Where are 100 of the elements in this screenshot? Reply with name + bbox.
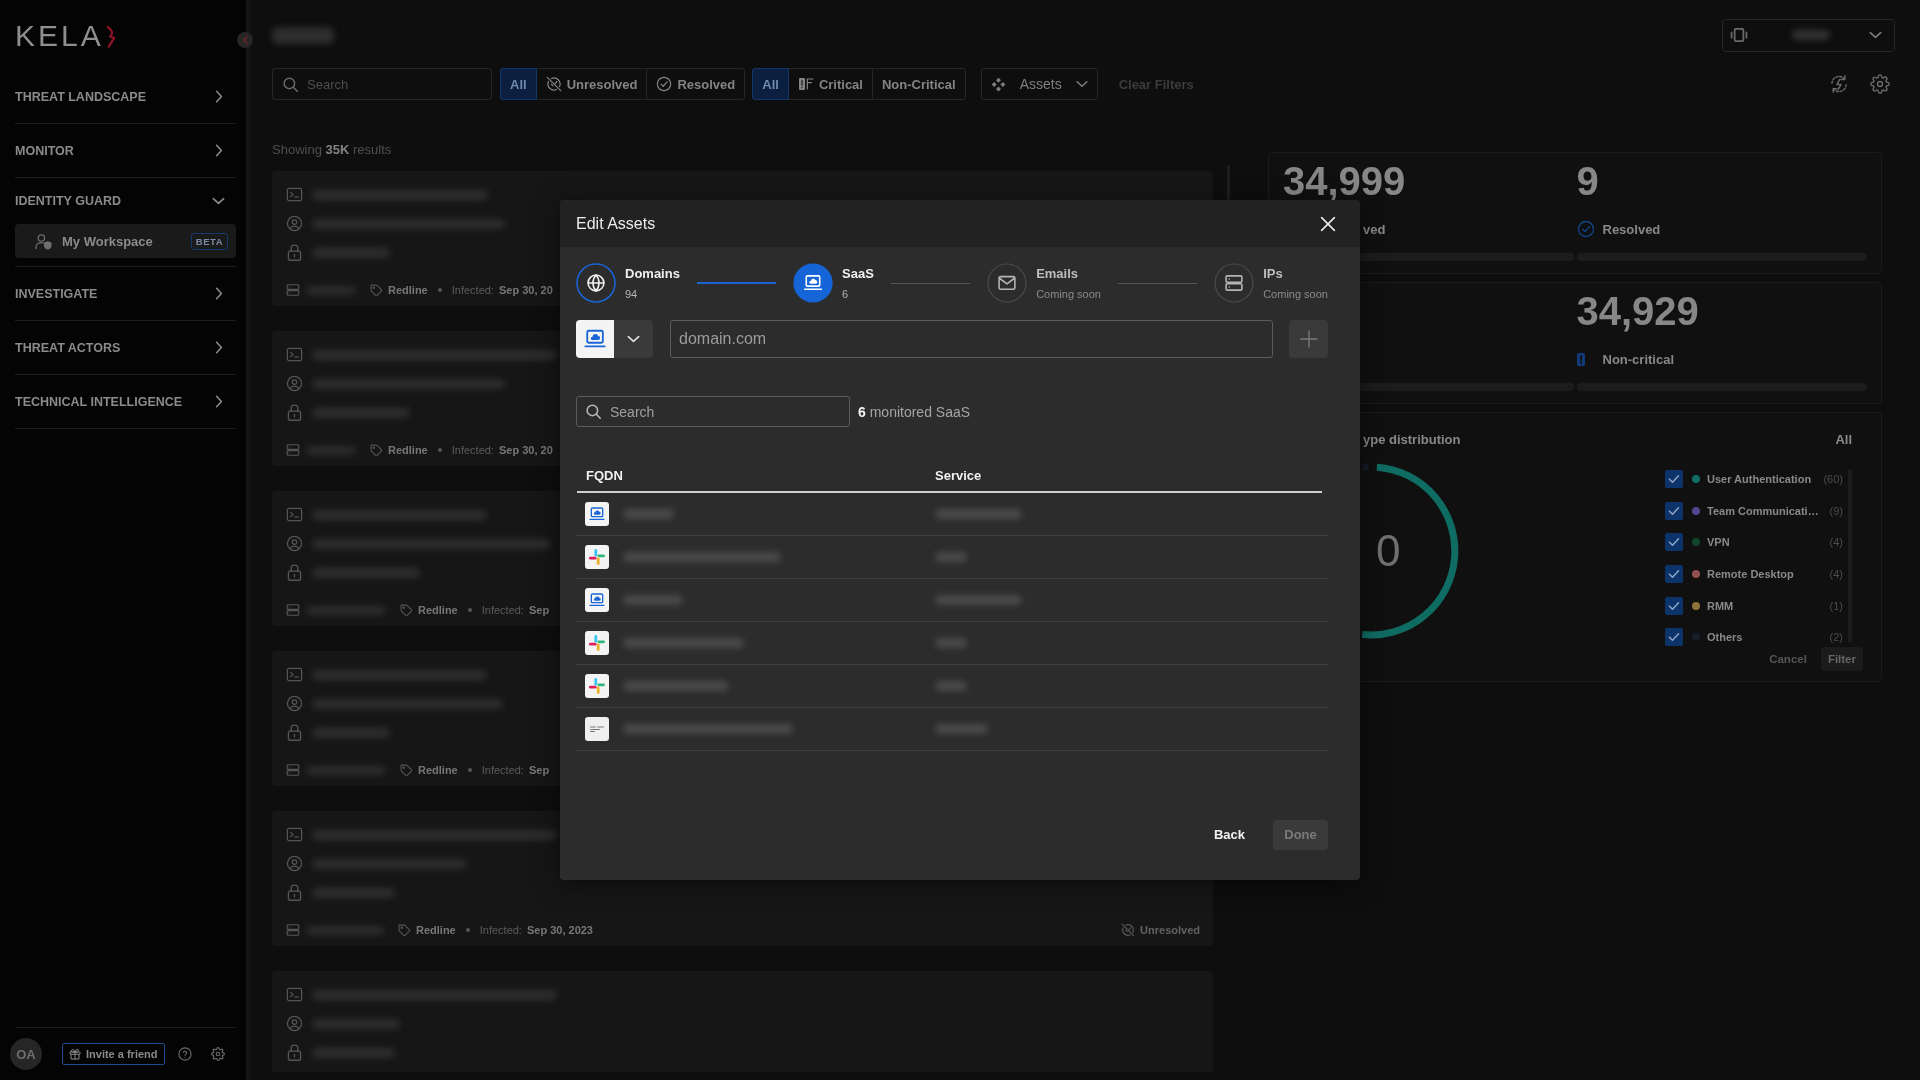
results-summary: Showing 35K results — [272, 142, 393, 158]
status-filter-tab[interactable]: All — [500, 68, 537, 100]
nav-section[interactable]: MONITOR — [15, 124, 236, 177]
infected-label: Infected: — [451, 284, 494, 296]
nav-section[interactable]: THREAT ACTORS — [15, 321, 236, 374]
gift-icon — [69, 1048, 81, 1060]
blurred-text — [935, 552, 967, 562]
close-icon[interactable] — [1320, 215, 1336, 232]
legend-checkbox[interactable] — [1665, 564, 1683, 583]
brand-logo: KELA — [15, 21, 104, 51]
column-header: Service — [934, 468, 982, 483]
terminal-icon — [286, 186, 303, 203]
server-icon — [286, 923, 300, 937]
terminal-icon — [286, 346, 303, 363]
settings-icon[interactable] — [210, 1047, 225, 1061]
bullet-icon — [467, 768, 472, 772]
status-label: Unresolved — [1140, 924, 1200, 936]
invite-button[interactable]: Invite a friend — [62, 1043, 165, 1065]
crossed-check-icon — [1121, 923, 1136, 937]
domain-input[interactable]: domain.com — [670, 320, 1273, 358]
terminal-icon — [286, 666, 303, 683]
step-note: Coming soon — [1036, 286, 1101, 301]
step-label: IPs — [1263, 265, 1284, 282]
chevron-down-icon — [1869, 31, 1882, 39]
back-button[interactable]: Back — [1207, 819, 1251, 850]
terminal-icon — [286, 506, 303, 523]
legend-count: (2) — [1829, 631, 1843, 644]
infected-date: Sep 30, 20 — [498, 444, 553, 456]
range-selector[interactable]: All — [1835, 431, 1852, 447]
legend-label: Others — [1707, 631, 1744, 644]
user-circle-icon — [286, 375, 303, 392]
lock-icon — [286, 244, 303, 261]
infected-label: Infected: — [481, 604, 524, 616]
legend-checkbox[interactable] — [1665, 469, 1683, 488]
refresh-bolt-icon[interactable] — [1829, 74, 1849, 94]
modal-title: Edit Assets — [576, 214, 656, 233]
nav-section[interactable]: THREAT LANDSCAPE — [15, 70, 236, 123]
search-icon — [586, 404, 601, 419]
legend-checkbox[interactable] — [1665, 596, 1683, 615]
settings-icon[interactable] — [1870, 74, 1890, 94]
tag-icon — [400, 603, 413, 617]
cloud-laptop-icon — [585, 588, 609, 612]
severity-filter-tab[interactable]: Non-Critical — [871, 68, 966, 100]
lock-icon — [286, 884, 303, 901]
logo-mark-icon — [104, 24, 116, 48]
cloud-laptop-icon — [576, 320, 614, 358]
status-filter-tab[interactable]: Resolved — [646, 68, 746, 100]
search-icon — [283, 76, 298, 92]
user-shield-icon — [35, 232, 52, 250]
infected-label: Infected: — [481, 764, 524, 776]
legend-label: VPN — [1707, 536, 1731, 549]
search-field[interactable]: Search — [272, 68, 492, 100]
tag-icon — [370, 283, 383, 297]
add-button[interactable] — [1289, 320, 1328, 358]
chevron-left-icon — [242, 36, 248, 44]
source-label: Redline — [416, 924, 456, 936]
legend-count: (1) — [1829, 599, 1843, 612]
nav-section[interactable]: IDENTITY GUARD — [15, 178, 236, 224]
terminal-icon — [286, 826, 303, 843]
infected-label: Infected: — [451, 444, 494, 456]
legend-count: (4) — [1829, 536, 1843, 549]
blurred-text — [935, 638, 967, 648]
user-avatar[interactable]: OA — [10, 1038, 42, 1070]
legend-checkbox[interactable] — [1665, 533, 1683, 552]
stat-label: Resolved — [1602, 221, 1661, 237]
server-icon — [286, 603, 300, 617]
blurred-text — [623, 595, 683, 605]
lock-icon — [286, 724, 303, 741]
assets-dropdown[interactable]: Assets — [980, 68, 1098, 100]
diamond-cluster-icon — [990, 76, 1006, 92]
infected-label: Infected: — [479, 924, 522, 936]
plus-icon — [1299, 330, 1318, 348]
source-label: Redline — [388, 284, 428, 296]
search-field[interactable]: Search — [576, 396, 850, 427]
legend-checkbox[interactable] — [1665, 501, 1683, 520]
chevron-down-icon — [1075, 80, 1088, 88]
legend-label: Remote Desktop — [1707, 567, 1795, 580]
severity-filter-tab[interactable]: Critical — [787, 68, 873, 100]
blurred-text — [272, 26, 334, 44]
bullet-icon — [467, 608, 472, 612]
service-type-picker[interactable] — [576, 320, 653, 358]
stat-value: 34,999 — [1283, 163, 1407, 199]
nav-section[interactable]: TECHNICAL INTELLIGENCE — [15, 375, 236, 428]
nav-section[interactable]: INVESTIGATE — [15, 267, 236, 320]
source-label: Redline — [388, 444, 428, 456]
server-icon — [286, 283, 300, 297]
help-icon[interactable] — [177, 1047, 192, 1061]
step-label: SaaS — [842, 265, 874, 282]
tag-icon — [400, 763, 413, 777]
crossed-check-icon — [545, 76, 562, 92]
nav-subitem[interactable]: My Workspace BETA — [15, 224, 236, 258]
severity-filter-tab[interactable]: All — [752, 68, 789, 100]
colorful-hash-icon — [585, 674, 609, 698]
legend-checkbox[interactable] — [1665, 628, 1683, 647]
step-note: 94 — [625, 286, 639, 301]
status-filter-tab[interactable]: Unresolved — [535, 68, 648, 100]
server-icon — [286, 443, 300, 457]
tag-icon — [398, 923, 411, 937]
step-note: 6 — [842, 286, 850, 301]
beta-label: BETA — [190, 232, 228, 250]
